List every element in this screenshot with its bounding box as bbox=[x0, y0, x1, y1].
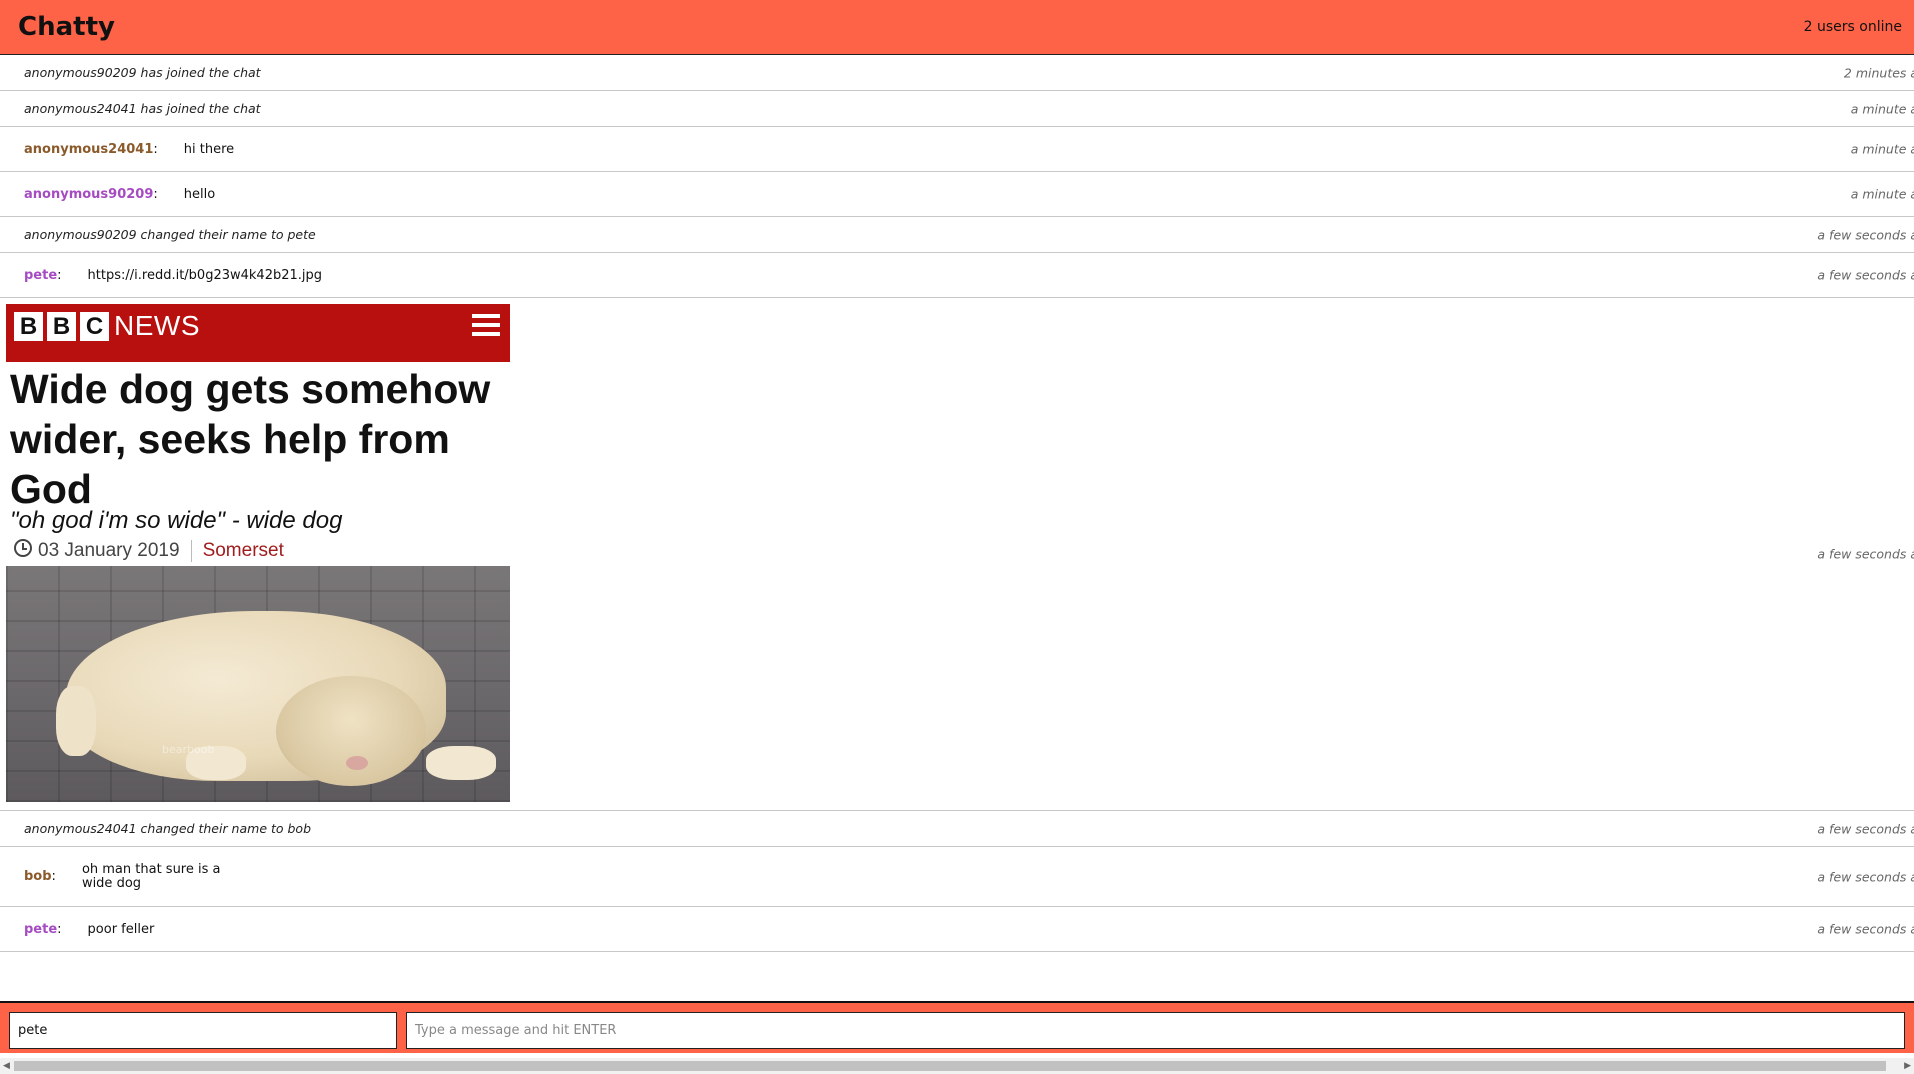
meme-date: 03 January 2019 bbox=[38, 540, 180, 561]
system-message: anonymous24041 changed their name to bob… bbox=[0, 811, 1914, 847]
horizontal-scrollbar[interactable]: ◀ ▶ bbox=[0, 1058, 1914, 1074]
message-text: oh man that sure is a wide dog bbox=[81, 861, 221, 891]
message-text: hi there bbox=[183, 141, 235, 157]
bbc-news-label: NEWS bbox=[114, 310, 200, 341]
username: pete bbox=[24, 921, 58, 937]
dog-head bbox=[276, 676, 426, 786]
image-message: B B C NEWS Wide dog gets somehow wider, … bbox=[0, 298, 1914, 811]
timestamp: a few seconds ag bbox=[1817, 869, 1914, 884]
username: pete bbox=[24, 267, 58, 283]
colon-separator: : bbox=[57, 921, 62, 937]
username-input[interactable] bbox=[9, 1012, 397, 1049]
system-text: anonymous24041 changed their name to bob bbox=[24, 821, 312, 836]
timestamp: a few seconds ag bbox=[1817, 267, 1914, 283]
system-message: anonymous90209 changed their name to pet… bbox=[0, 217, 1914, 253]
photo-watermark: bearboob bbox=[162, 743, 215, 756]
system-message: anonymous24041 has joined the chat a min… bbox=[0, 91, 1914, 127]
message-list[interactable]: anonymous90209 has joined the chat 2 min… bbox=[0, 55, 1914, 1001]
composer-bar bbox=[0, 1001, 1914, 1053]
timestamp: a minute ag bbox=[1850, 186, 1914, 202]
system-text: anonymous24041 has joined the chat bbox=[24, 101, 261, 116]
colon-separator: : bbox=[153, 186, 158, 202]
timestamp: a few seconds ag bbox=[1817, 921, 1914, 937]
timestamp: a few seconds ag bbox=[1817, 227, 1914, 242]
timestamp: a few seconds ag bbox=[1817, 546, 1914, 562]
bbc-logo-letter: C bbox=[80, 312, 109, 341]
embedded-image[interactable]: B B C NEWS Wide dog gets somehow wider, … bbox=[6, 304, 510, 802]
scroll-left-arrow-icon[interactable]: ◀ bbox=[3, 1061, 10, 1071]
message-input[interactable] bbox=[406, 1012, 1905, 1049]
meme-quote: "oh god i'm so wide" - wide dog bbox=[10, 507, 343, 534]
meme-meta: 03 January 2019 Somerset bbox=[14, 539, 284, 562]
system-text: anonymous90209 has joined the chat bbox=[24, 65, 261, 80]
colon-separator: : bbox=[153, 141, 158, 157]
chat-message: anonymous24041: hi there a minute ag bbox=[0, 127, 1914, 172]
timestamp: a few seconds ag bbox=[1817, 821, 1914, 836]
scroll-right-arrow-icon[interactable]: ▶ bbox=[1904, 1061, 1911, 1071]
meta-divider bbox=[190, 540, 192, 562]
colon-separator: : bbox=[57, 267, 62, 283]
meme-region: Somerset bbox=[202, 540, 284, 561]
chat-message: pete: https://i.redd.it/b0g23w4k42b21.jp… bbox=[0, 253, 1914, 298]
online-count: 2 users online bbox=[1803, 19, 1902, 35]
colon-separator: : bbox=[51, 869, 56, 884]
chat-message: anonymous90209: hello a minute ag bbox=[0, 172, 1914, 217]
chat-message: bob: oh man that sure is a wide dog a fe… bbox=[0, 847, 1914, 907]
dog-nose bbox=[346, 756, 368, 770]
app-title: Chatty bbox=[18, 12, 115, 42]
timestamp: a minute ag bbox=[1850, 141, 1914, 157]
bbc-logo-letter: B bbox=[14, 312, 43, 341]
app-header: Chatty 2 users online bbox=[0, 0, 1914, 55]
bbc-logo-letter: B bbox=[47, 312, 76, 341]
dog-paw bbox=[426, 746, 496, 780]
clock-icon bbox=[14, 539, 32, 557]
meme-headline: Wide dog gets somehow wider, seeks help … bbox=[10, 366, 491, 512]
chat-message: pete: poor feller a few seconds ag bbox=[0, 907, 1914, 952]
system-text: anonymous90209 changed their name to pet… bbox=[24, 227, 316, 242]
dog-paw bbox=[56, 686, 96, 756]
dog-photo: bearboob bbox=[6, 566, 510, 802]
timestamp: 2 minutes ag bbox=[1843, 65, 1914, 80]
timestamp: a minute ag bbox=[1850, 101, 1914, 116]
scroll-thumb[interactable] bbox=[14, 1061, 1886, 1071]
menu-icon bbox=[472, 314, 500, 338]
username: bob bbox=[24, 869, 52, 884]
username: anonymous90209 bbox=[24, 186, 154, 202]
bbc-header-bar: B B C NEWS bbox=[6, 304, 510, 362]
message-text: poor feller bbox=[87, 921, 155, 937]
message-link[interactable]: https://i.redd.it/b0g23w4k42b21.jpg bbox=[88, 268, 322, 283]
username: anonymous24041 bbox=[24, 141, 154, 157]
system-message: anonymous90209 has joined the chat 2 min… bbox=[0, 55, 1914, 91]
message-text: hello bbox=[183, 186, 216, 202]
